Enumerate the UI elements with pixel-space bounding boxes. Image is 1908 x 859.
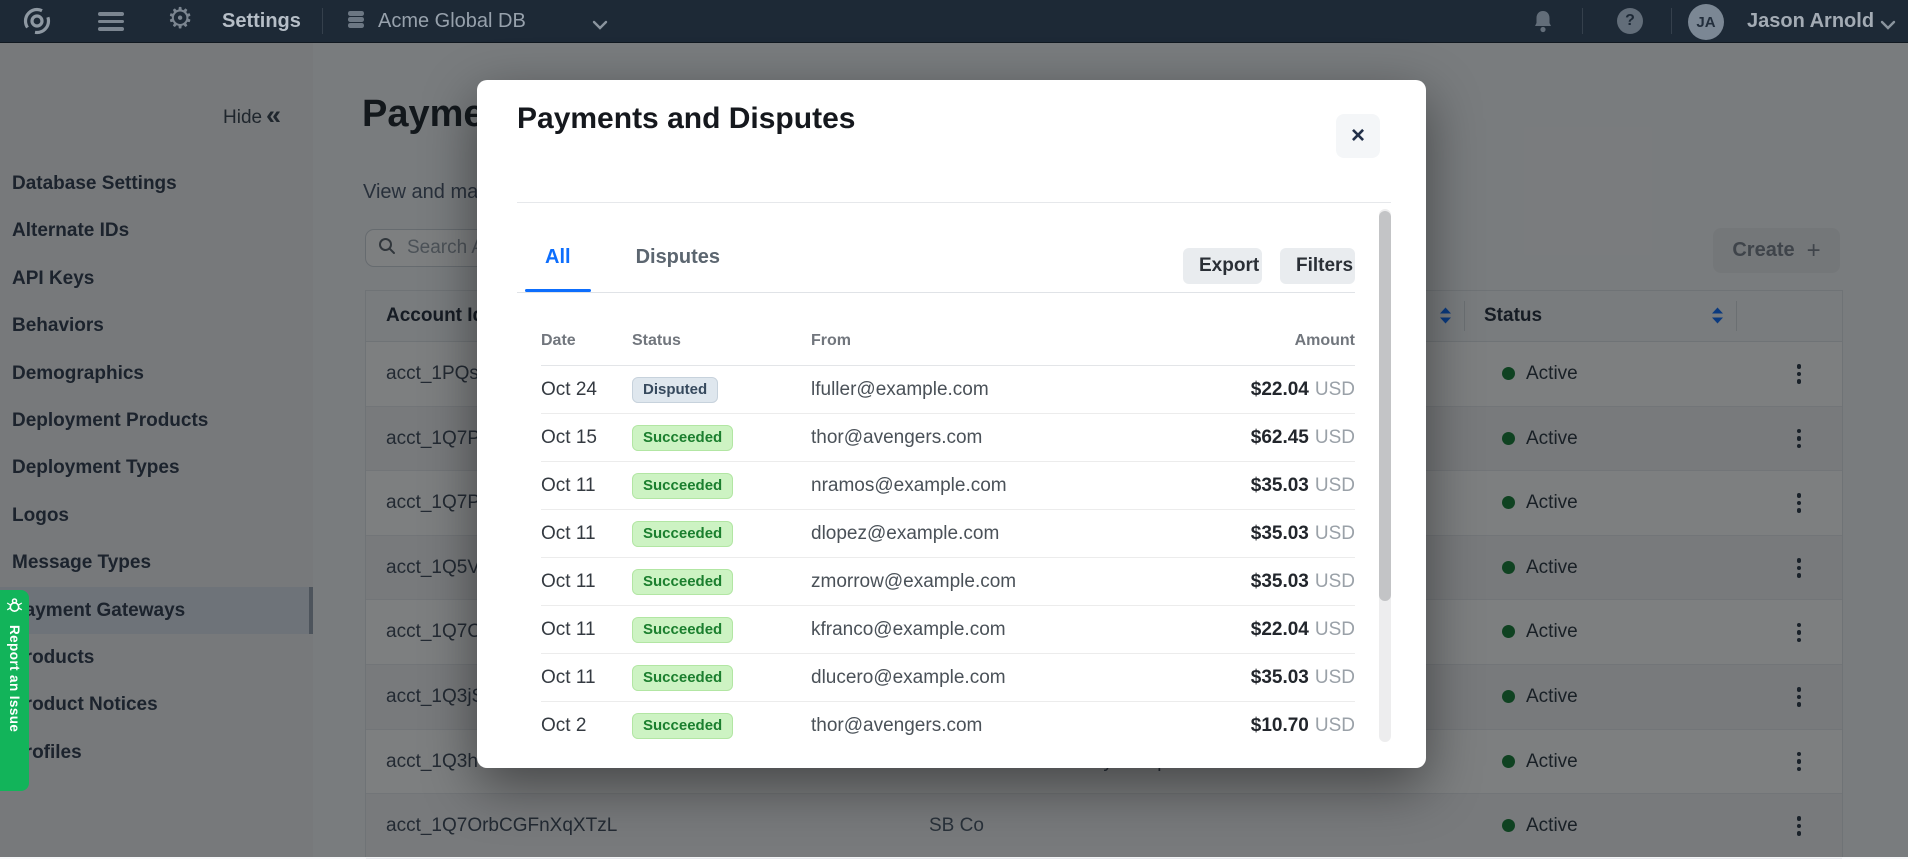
- notifications-bell-icon[interactable]: [1532, 9, 1554, 39]
- tab-all[interactable]: All: [525, 223, 591, 292]
- payment-from: kfranco@example.com: [811, 619, 1185, 641]
- topbar-divider: [1671, 8, 1672, 34]
- payment-amount: $22.04 USD: [1185, 379, 1355, 401]
- amount-value: $22.04: [1251, 619, 1309, 640]
- payment-from: nramos@example.com: [811, 475, 1185, 497]
- payment-row[interactable]: Oct 24Disputed lfuller@example.com $22.04 U…: [541, 366, 1355, 414]
- amount-currency: USD: [1315, 619, 1355, 640]
- payment-amount: $35.03 USD: [1185, 667, 1355, 689]
- amount-value: $10.70: [1251, 715, 1309, 736]
- amount-currency: USD: [1315, 715, 1355, 736]
- help-icon[interactable]: ?: [1617, 8, 1643, 34]
- close-icon[interactable]: ×: [1336, 114, 1380, 158]
- amount-currency: USD: [1315, 427, 1355, 448]
- payment-row[interactable]: Oct 15Succeeded thor@avengers.com $62.45 US…: [541, 414, 1355, 462]
- app-logo-icon[interactable]: [22, 6, 52, 41]
- payment-date: Oct 11: [541, 475, 632, 497]
- column-header-date: Date: [541, 332, 632, 350]
- status-badge: Succeeded: [632, 425, 733, 451]
- amount-currency: USD: [1315, 667, 1355, 688]
- payment-row[interactable]: Oct 11Succeededzmorrow@example.com$35.03…: [541, 558, 1355, 606]
- payment-date: Oct 11: [541, 667, 632, 689]
- modal-scrollbar-track[interactable]: [1379, 209, 1391, 742]
- report-an-issue-label: Report an Issue: [7, 625, 22, 732]
- payment-amount: $10.70 USD: [1185, 715, 1355, 737]
- payment-amount: $35.03 USD: [1185, 475, 1355, 497]
- top-navbar: ⚙ Settings Acme Global DB ? JA Jason Arn…: [0, 0, 1908, 43]
- payment-amount: $22.04 USD: [1185, 619, 1355, 641]
- amount-value: $35.03: [1251, 523, 1309, 544]
- payment-date: Oct 24: [541, 379, 632, 401]
- payment-amount: $35.03 USD: [1185, 523, 1355, 545]
- payment-date: Oct 11: [541, 619, 632, 641]
- payment-date: Oct 2: [541, 715, 632, 737]
- user-avatar[interactable]: JA: [1688, 4, 1724, 40]
- payment-from: dlucero@example.com: [811, 667, 1185, 689]
- amount-currency: USD: [1315, 571, 1355, 592]
- payment-date: Oct 11: [541, 523, 632, 545]
- database-selector[interactable]: Acme Global DB: [378, 0, 526, 43]
- topbar-divider: [1582, 8, 1583, 34]
- payment-from: zmorrow@example.com: [811, 571, 1185, 593]
- column-header-from: From: [811, 332, 1185, 350]
- column-header-amount: Amount: [1185, 332, 1355, 350]
- column-header-status: Status: [632, 332, 811, 350]
- payment-row[interactable]: Oct 11Succeeded nramos@example.com $35.03 U…: [541, 462, 1355, 510]
- status-badge: Disputed: [632, 377, 718, 403]
- report-an-issue-tab[interactable]: Report an Issue: [0, 590, 29, 791]
- amount-currency: USD: [1315, 523, 1355, 544]
- payments-table-header: Date Status From Amount: [541, 317, 1355, 366]
- status-badge: Succeeded: [632, 569, 733, 595]
- payment-from: lfuller@example.com: [811, 379, 1185, 401]
- database-chevron-down-icon[interactable]: [592, 17, 608, 35]
- payments-disputes-modal: Payments and Disputes × All Disputes Expo…: [477, 80, 1426, 768]
- modal-title: Payments and Disputes: [517, 102, 855, 136]
- status-badge: Succeeded: [632, 473, 733, 499]
- payment-from: thor@avengers.com: [811, 427, 1185, 449]
- export-button[interactable]: Export: [1183, 248, 1262, 284]
- payment-row[interactable]: Oct 11Succeeded dlopez@example.com $35.03 U…: [541, 510, 1355, 558]
- payment-date: Oct 11: [541, 571, 632, 593]
- gear-icon[interactable]: ⚙: [167, 0, 193, 41]
- payment-from: dlopez@example.com: [811, 523, 1185, 545]
- amount-value: $35.03: [1251, 667, 1309, 688]
- amount-value: $62.45: [1251, 427, 1309, 448]
- settings-label: Settings: [222, 0, 301, 43]
- payment-from: thor@avengers.com: [811, 715, 1185, 737]
- status-badge: Succeeded: [632, 665, 733, 691]
- filters-button[interactable]: Filters: [1280, 248, 1355, 284]
- amount-value: $35.03: [1251, 475, 1309, 496]
- amount-currency: USD: [1315, 379, 1355, 400]
- payments-table-body: Oct 24Disputed lfuller@example.com $22.04 U…: [541, 366, 1355, 750]
- payment-amount: $62.45 USD: [1185, 427, 1355, 449]
- bug-icon: [6, 597, 23, 619]
- amount-value: $35.03: [1251, 571, 1309, 592]
- modal-scrollbar-thumb[interactable]: [1379, 211, 1391, 601]
- status-badge: Succeeded: [632, 713, 733, 739]
- payment-date: Oct 15: [541, 427, 632, 449]
- amount-value: $22.04: [1251, 379, 1309, 400]
- hamburger-menu-icon[interactable]: [98, 12, 124, 31]
- status-badge: Succeeded: [632, 617, 733, 643]
- topbar-divider: [322, 8, 323, 34]
- payment-amount: $35.03 USD: [1185, 571, 1355, 593]
- amount-currency: USD: [1315, 475, 1355, 496]
- database-icon: [348, 11, 364, 28]
- modal-body: All Disputes Export Filters Date Status F…: [517, 202, 1391, 749]
- payment-row[interactable]: Oct 2Succeeded thor@avengers.com $10.70 USD: [541, 702, 1355, 750]
- user-menu-chevron-down-icon[interactable]: [1880, 17, 1896, 35]
- tab-disputes[interactable]: Disputes: [616, 223, 740, 292]
- status-badge: Succeeded: [632, 521, 733, 547]
- payment-row[interactable]: Oct 11Succeededkfranco@example.com$22.04…: [541, 606, 1355, 654]
- user-name[interactable]: Jason Arnold: [1747, 0, 1874, 43]
- payment-row[interactable]: Oct 11Succeededdlucero@example.com$35.03…: [541, 654, 1355, 702]
